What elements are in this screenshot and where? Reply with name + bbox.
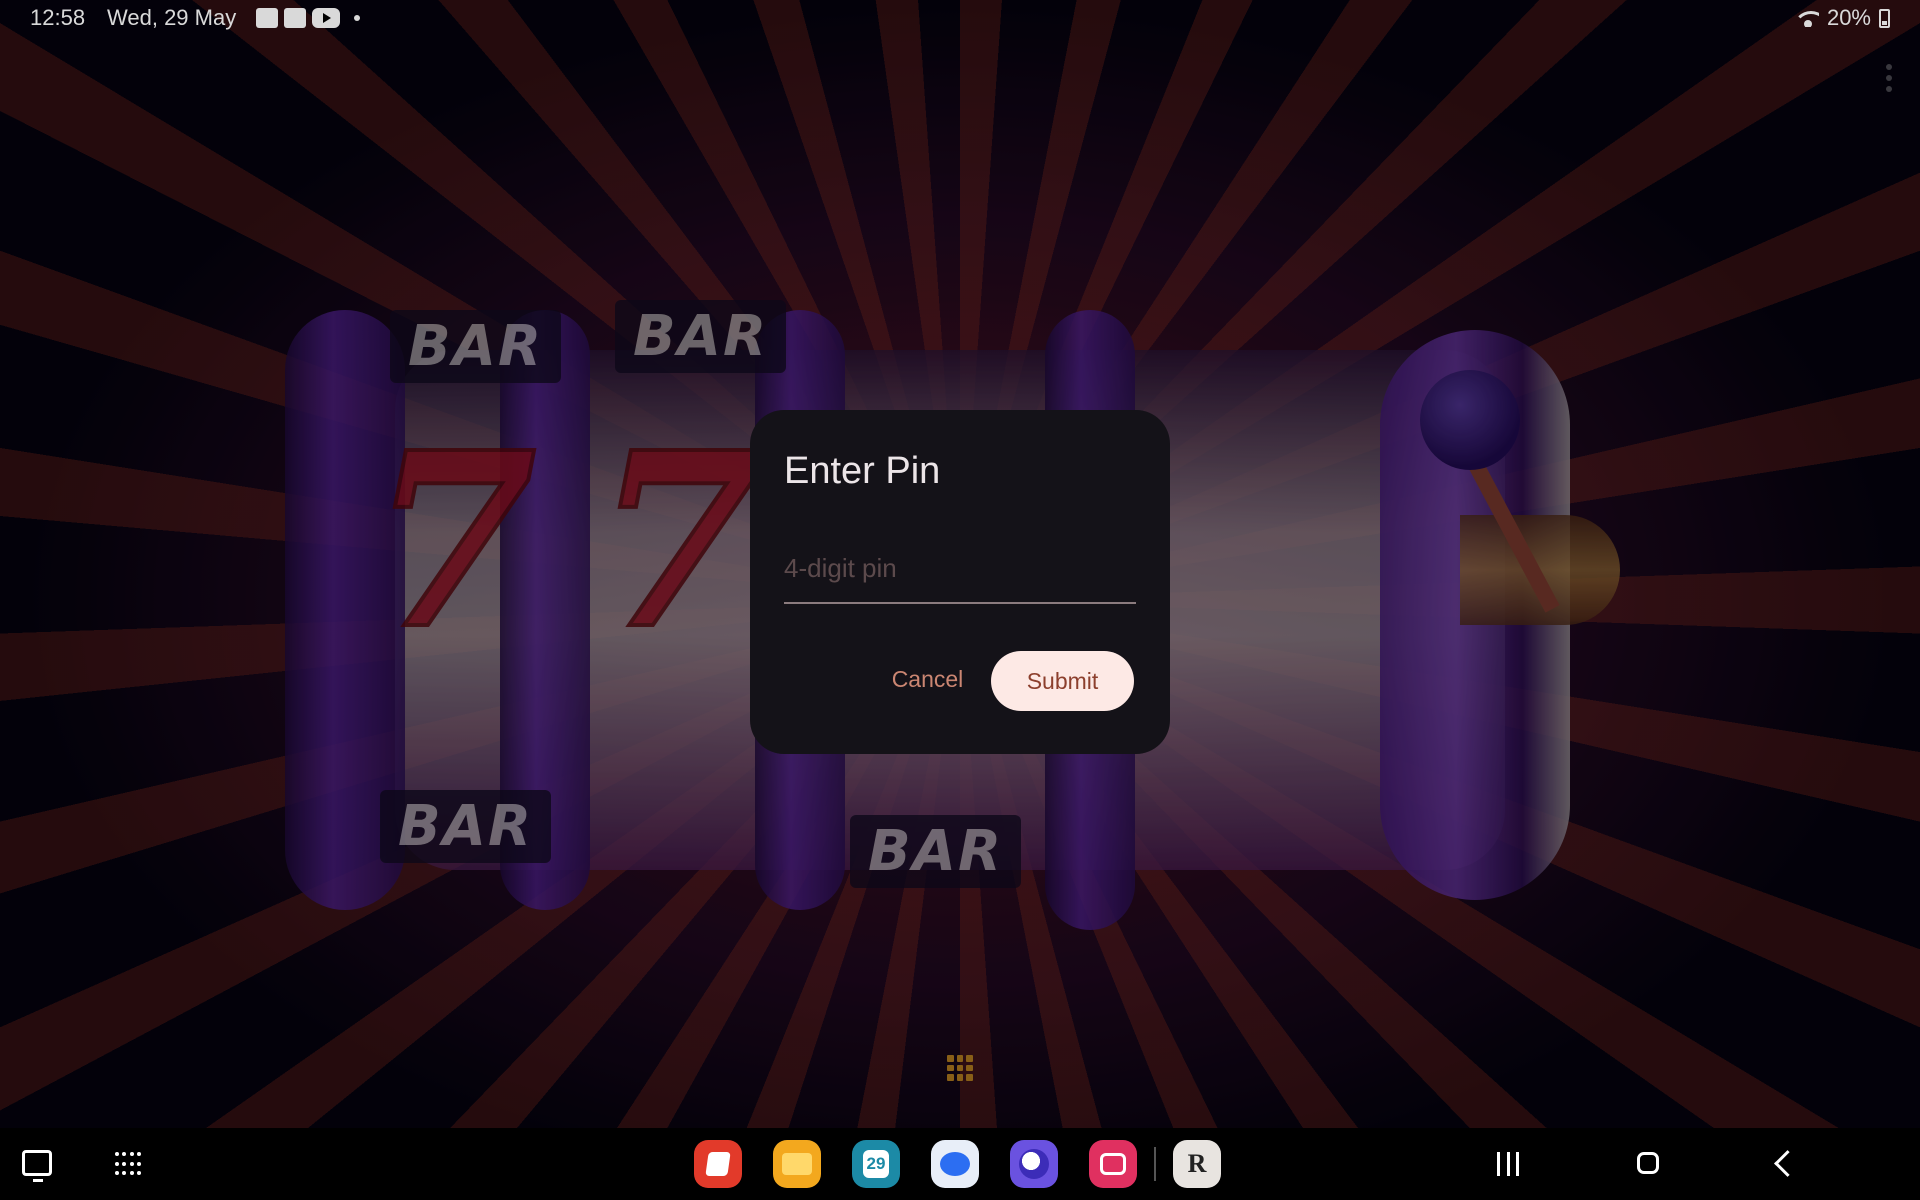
messages-icon[interactable] [931, 1140, 979, 1188]
dialog-title: Enter Pin [784, 450, 941, 492]
ra-app-icon[interactable]: R [1173, 1140, 1221, 1188]
recent-apps-panel-icon[interactable] [22, 1150, 52, 1182]
folder-icon[interactable] [773, 1140, 821, 1188]
camera-icon[interactable] [1089, 1140, 1137, 1188]
taskbar: 29 R [0, 1128, 1920, 1200]
home-button[interactable] [1637, 1152, 1659, 1174]
dock-separator [1154, 1147, 1156, 1181]
pin-input[interactable] [784, 540, 1136, 604]
submit-button[interactable]: Submit [991, 651, 1134, 711]
cancel-button[interactable]: Cancel [875, 650, 980, 708]
notes-icon[interactable] [694, 1140, 742, 1188]
internet-icon[interactable] [1010, 1140, 1058, 1188]
ra-app-letter: R [1187, 1149, 1207, 1178]
recents-button[interactable] [1497, 1152, 1519, 1176]
dock: 29 R [694, 1140, 1221, 1188]
enter-pin-dialog: Enter Pin Cancel Submit [750, 410, 1170, 754]
calendar-icon[interactable]: 29 [852, 1140, 900, 1188]
back-button[interactable] [1774, 1150, 1801, 1177]
calendar-date-badge: 29 [862, 1150, 890, 1178]
app-drawer-icon[interactable] [115, 1152, 141, 1178]
